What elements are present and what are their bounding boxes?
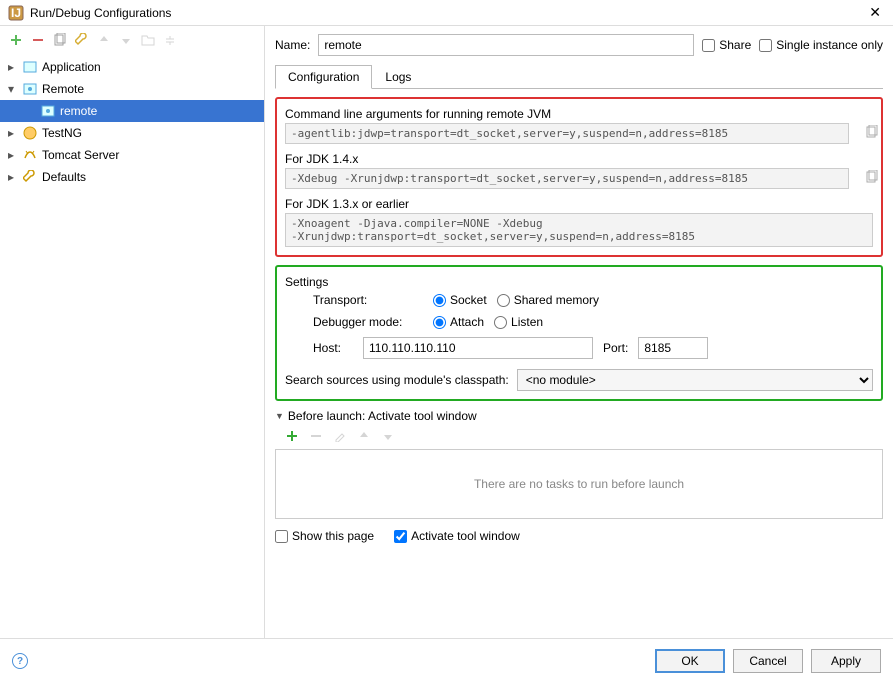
- add-icon[interactable]: [8, 32, 24, 48]
- tab-logs[interactable]: Logs: [372, 65, 424, 89]
- edit-icon: [333, 429, 347, 443]
- tree-toolbar: [0, 26, 264, 54]
- before-launch-list[interactable]: There are no tasks to run before launch: [275, 449, 883, 519]
- cmdline-main[interactable]: [285, 123, 849, 144]
- copy-icon[interactable]: [865, 125, 883, 143]
- jdk14-label: For JDK 1.4.x: [285, 152, 873, 166]
- before-launch-section: ▼ Before launch: Activate tool window Th…: [275, 409, 883, 543]
- remote-icon: [22, 81, 38, 97]
- chevron-right-icon: ▸: [4, 126, 18, 140]
- move-up-icon: [357, 429, 371, 443]
- name-label: Name:: [275, 38, 310, 52]
- sources-label: Search sources using module's classpath:: [285, 373, 509, 387]
- host-label: Host:: [313, 341, 353, 355]
- tree-label: Application: [42, 60, 101, 74]
- sources-select[interactable]: <no module>: [517, 369, 873, 391]
- config-tree[interactable]: ▸ Application ▾ Remote remote ▸ TestNG ▸: [0, 54, 264, 638]
- remote-config-icon: [40, 103, 56, 119]
- svg-text:IJ: IJ: [11, 6, 21, 20]
- remove-icon[interactable]: [30, 32, 46, 48]
- tree-item-application[interactable]: ▸ Application: [0, 56, 264, 78]
- transport-socket-radio[interactable]: Socket: [433, 293, 487, 307]
- app-icon: IJ: [8, 5, 24, 21]
- mode-listen-radio[interactable]: Listen: [494, 315, 543, 329]
- jdk13-label: For JDK 1.3.x or earlier: [285, 197, 873, 211]
- settings-heading: Settings: [285, 275, 873, 289]
- ok-button[interactable]: OK: [655, 649, 725, 673]
- folder-icon: [140, 32, 156, 48]
- chevron-down-icon: ▾: [4, 82, 18, 96]
- tree-item-remote[interactable]: ▾ Remote: [0, 78, 264, 100]
- port-input[interactable]: [638, 337, 708, 359]
- host-input[interactable]: [363, 337, 593, 359]
- move-down-icon: [381, 429, 395, 443]
- tree-item-tomcat[interactable]: ▸ Tomcat Server: [0, 144, 264, 166]
- share-checkbox[interactable]: Share: [702, 38, 751, 52]
- close-icon[interactable]: ✕: [865, 4, 885, 21]
- transport-shared-radio[interactable]: Shared memory: [497, 293, 599, 307]
- show-this-page-checkbox[interactable]: Show this page: [275, 529, 374, 543]
- tree-label: Tomcat Server: [42, 148, 119, 162]
- cmdline-heading: Command line arguments for running remot…: [285, 107, 873, 121]
- activate-tool-window-checkbox[interactable]: Activate tool window: [394, 529, 520, 543]
- cmdline-jdk14[interactable]: [285, 168, 849, 189]
- name-input[interactable]: [318, 34, 694, 56]
- footer: ? OK Cancel Apply: [0, 638, 893, 683]
- copy-icon[interactable]: [52, 32, 68, 48]
- cmdline-jdk13[interactable]: [285, 213, 873, 247]
- testng-icon: [22, 125, 38, 141]
- tree-item-defaults[interactable]: ▸ Defaults: [0, 166, 264, 188]
- mode-attach-radio[interactable]: Attach: [433, 315, 484, 329]
- tree-label: Remote: [42, 82, 84, 96]
- port-label: Port:: [603, 341, 628, 355]
- chevron-right-icon: ▸: [4, 60, 18, 74]
- title-bar: IJ Run/Debug Configurations ✕: [0, 0, 893, 26]
- tab-bar: Configuration Logs: [275, 64, 883, 89]
- command-line-box: Command line arguments for running remot…: [275, 97, 883, 257]
- chevron-right-icon: ▸: [4, 148, 18, 162]
- application-icon: [22, 59, 38, 75]
- window-title: Run/Debug Configurations: [30, 6, 865, 20]
- tomcat-icon: [22, 147, 38, 163]
- tree-item-testng[interactable]: ▸ TestNG: [0, 122, 264, 144]
- left-panel: ▸ Application ▾ Remote remote ▸ TestNG ▸: [0, 26, 265, 638]
- apply-button[interactable]: Apply: [811, 649, 881, 673]
- remove-icon: [309, 429, 323, 443]
- single-instance-checkbox[interactable]: Single instance only: [759, 38, 883, 52]
- before-launch-header[interactable]: ▼ Before launch: Activate tool window: [275, 409, 883, 423]
- transport-label: Transport:: [313, 293, 423, 307]
- defaults-wrench-icon: [22, 169, 38, 185]
- chevron-down-icon: ▼: [275, 411, 284, 421]
- right-panel: Name: Share Single instance only Configu…: [265, 26, 893, 638]
- collapse-icon: [162, 32, 178, 48]
- move-up-icon: [96, 32, 112, 48]
- settings-box: Settings Transport: Socket Shared memory…: [275, 265, 883, 401]
- help-icon[interactable]: ?: [12, 653, 28, 669]
- tree-label: TestNG: [42, 126, 82, 140]
- chevron-right-icon: ▸: [4, 170, 18, 184]
- mode-label: Debugger mode:: [313, 315, 423, 329]
- add-icon[interactable]: [285, 429, 299, 443]
- tab-configuration[interactable]: Configuration: [275, 65, 372, 89]
- tree-item-remote-child[interactable]: remote: [0, 100, 264, 122]
- tree-label: remote: [60, 104, 97, 118]
- tree-label: Defaults: [42, 170, 86, 184]
- copy-icon[interactable]: [865, 170, 883, 188]
- settings-wrench-icon[interactable]: [74, 32, 90, 48]
- move-down-icon: [118, 32, 134, 48]
- cancel-button[interactable]: Cancel: [733, 649, 803, 673]
